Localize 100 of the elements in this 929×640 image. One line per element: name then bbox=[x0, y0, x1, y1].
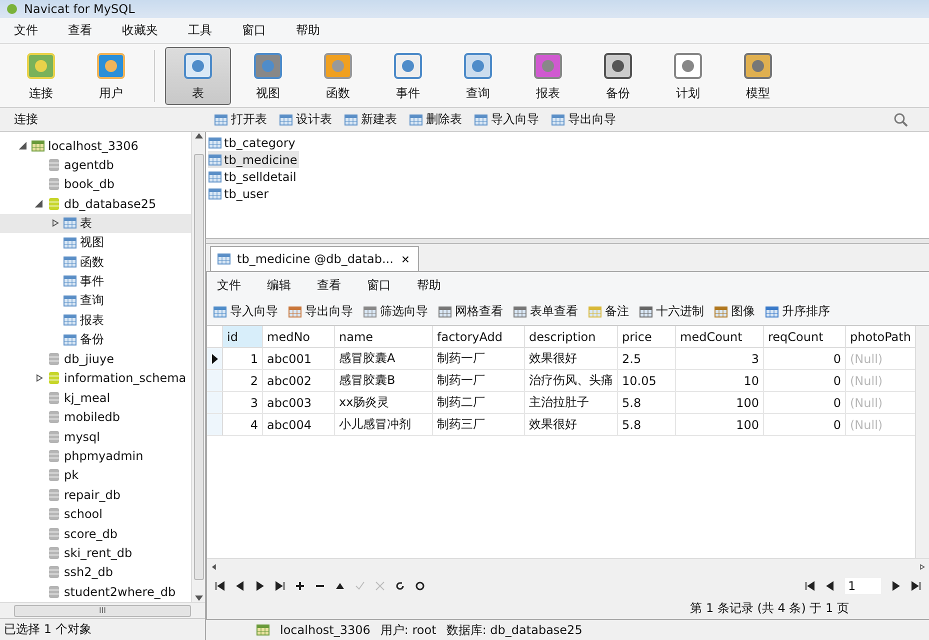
close-button[interactable]: × bbox=[399, 251, 412, 267]
toolbar-button[interactable]: 视图 bbox=[235, 46, 301, 104]
tree-item[interactable]: score_db bbox=[0, 524, 191, 544]
column-header[interactable]: medNo bbox=[263, 326, 335, 348]
page-field[interactable]: 1 bbox=[845, 578, 881, 594]
previous-icon[interactable] bbox=[235, 581, 245, 591]
tree-item[interactable]: mobiledb bbox=[0, 407, 191, 427]
tool-button[interactable]: 十六进制 bbox=[637, 303, 706, 320]
toolbar-button[interactable]: 模型 bbox=[725, 46, 791, 104]
tree-item[interactable]: phpmyadmin bbox=[0, 446, 191, 466]
check-icon[interactable] bbox=[355, 581, 365, 591]
toolbar-button[interactable]: 事件 bbox=[375, 46, 441, 104]
tree-item[interactable]: school bbox=[0, 504, 191, 524]
column-header[interactable]: factoryAdd bbox=[433, 326, 525, 348]
table-item[interactable]: tb_category bbox=[208, 134, 298, 151]
column-header[interactable]: medCount bbox=[676, 326, 764, 348]
toolbar-button[interactable]: 备份 bbox=[585, 46, 651, 104]
tree-item[interactable]: ski_rent_db bbox=[0, 543, 191, 563]
tree-item[interactable]: information_schema bbox=[0, 368, 191, 388]
tool-button[interactable]: 导入向导 bbox=[211, 303, 280, 320]
menu-item[interactable]: 帮助 bbox=[411, 274, 447, 296]
first-icon[interactable] bbox=[215, 581, 225, 591]
previous-icon[interactable] bbox=[825, 581, 835, 591]
menu-item[interactable]: 文件 bbox=[8, 20, 44, 41]
tree-item[interactable]: 查询 bbox=[0, 291, 191, 311]
tool-button[interactable]: 网格查看 bbox=[436, 303, 505, 320]
tree-item[interactable]: db_database25 bbox=[0, 194, 191, 214]
editor-tab[interactable]: tb_medicine @db_datab... × bbox=[210, 246, 419, 271]
tree-item[interactable]: 备份 bbox=[0, 330, 191, 350]
menu-item[interactable]: 收藏夹 bbox=[116, 20, 164, 41]
tool-button[interactable]: 导出向导 bbox=[286, 303, 355, 320]
toolbar-button[interactable]: 计划 bbox=[655, 46, 721, 104]
menu-item[interactable]: 查看 bbox=[311, 274, 347, 296]
scrollbar[interactable] bbox=[915, 326, 929, 558]
tree-item[interactable]: 事件 bbox=[0, 272, 191, 292]
action-button[interactable]: 设计表 bbox=[277, 111, 334, 128]
toolbar-button[interactable]: 表 bbox=[165, 46, 231, 104]
toolbar-button[interactable]: 用户 bbox=[78, 46, 144, 104]
add-icon[interactable] bbox=[295, 581, 305, 591]
stop-icon[interactable] bbox=[415, 581, 425, 591]
tree-item[interactable]: db_jiuye bbox=[0, 349, 191, 369]
next-icon[interactable] bbox=[891, 581, 901, 591]
expand-arrow-icon[interactable] bbox=[35, 374, 43, 382]
last-icon[interactable] bbox=[911, 581, 921, 591]
tree-item[interactable]: agentdb bbox=[0, 155, 191, 175]
column-header[interactable]: reqCount bbox=[764, 326, 846, 348]
tree-item[interactable]: kj_meal bbox=[0, 388, 191, 408]
column-header[interactable]: id bbox=[223, 326, 263, 348]
scrollbar[interactable] bbox=[191, 132, 205, 602]
tree-item[interactable]: book_db bbox=[0, 174, 191, 194]
row-selector[interactable] bbox=[207, 348, 223, 370]
menu-item[interactable]: 文件 bbox=[211, 274, 247, 296]
menu-item[interactable]: 窗口 bbox=[236, 20, 272, 41]
refresh-icon[interactable] bbox=[395, 581, 405, 591]
expand-arrow-icon[interactable] bbox=[51, 219, 59, 228]
menu-item[interactable]: 帮助 bbox=[290, 20, 326, 41]
scrollbar[interactable]: III bbox=[0, 602, 205, 618]
scroll-right-icon[interactable] bbox=[919, 564, 925, 570]
column-header[interactable]: price bbox=[618, 326, 676, 348]
tree-item[interactable]: 视图 bbox=[0, 232, 191, 252]
tree-item[interactable]: repair_db bbox=[0, 485, 191, 504]
toolbar-button[interactable]: 查询 bbox=[445, 46, 511, 104]
menu-item[interactable]: 窗口 bbox=[361, 274, 397, 296]
toolbar-button[interactable]: 报表 bbox=[515, 46, 581, 104]
column-header[interactable]: name bbox=[335, 326, 433, 348]
column-header[interactable]: description bbox=[525, 326, 618, 348]
next-icon[interactable] bbox=[255, 581, 265, 591]
collapse-arrow-icon[interactable] bbox=[19, 142, 27, 150]
action-button[interactable]: 导出向导 bbox=[549, 111, 618, 128]
scroll-left-icon[interactable] bbox=[211, 564, 217, 570]
tree-item[interactable]: 报表 bbox=[0, 310, 191, 330]
tree-item[interactable]: 函数 bbox=[0, 252, 191, 272]
table-item[interactable]: tb_selldetail bbox=[208, 168, 298, 185]
tree-item[interactable]: student2where_db bbox=[0, 582, 191, 602]
search-icon[interactable] bbox=[893, 112, 909, 128]
tree-item[interactable]: mysql bbox=[0, 426, 191, 446]
toolbar-button[interactable]: 函数 bbox=[305, 46, 371, 104]
tree-item[interactable]: pk bbox=[0, 466, 191, 486]
tool-button[interactable]: 筛选向导 bbox=[361, 303, 430, 320]
table-item[interactable]: tb_medicine bbox=[208, 151, 300, 168]
action-button[interactable]: 打开表 bbox=[212, 111, 269, 128]
last-icon[interactable] bbox=[275, 581, 285, 591]
collapse-arrow-icon[interactable] bbox=[35, 200, 43, 208]
tool-button[interactable]: 图像 bbox=[712, 303, 757, 320]
tool-button[interactable]: 升序排序 bbox=[763, 303, 832, 320]
tree-item[interactable]: 表 bbox=[0, 214, 191, 233]
scroll-up-icon[interactable] bbox=[194, 132, 202, 140]
toolbar-button[interactable]: 连接 bbox=[8, 46, 74, 104]
action-button[interactable]: 导入向导 bbox=[472, 111, 541, 128]
up-icon[interactable] bbox=[335, 581, 345, 591]
menu-item[interactable]: 工具 bbox=[182, 20, 218, 41]
menu-item[interactable]: 编辑 bbox=[261, 274, 297, 296]
table-item[interactable]: tb_user bbox=[208, 185, 270, 202]
tree-item[interactable]: ssh2_db bbox=[0, 562, 191, 582]
action-button[interactable]: 删除表 bbox=[407, 111, 464, 128]
menu-item[interactable]: 查看 bbox=[62, 20, 98, 41]
tool-button[interactable]: 备注 bbox=[586, 303, 631, 320]
scrollbar[interactable] bbox=[207, 558, 929, 574]
action-button[interactable]: 新建表 bbox=[342, 111, 399, 128]
tool-button[interactable]: 表单查看 bbox=[511, 303, 580, 320]
